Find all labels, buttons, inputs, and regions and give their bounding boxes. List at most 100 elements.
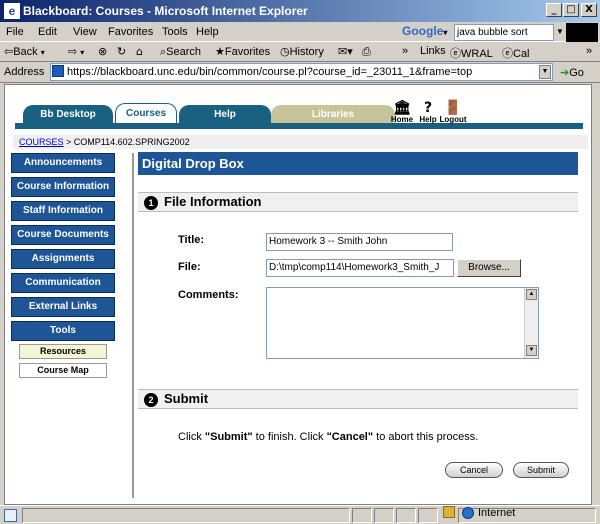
instructions-text: to finish. Click bbox=[252, 431, 327, 443]
history-label: History bbox=[289, 46, 324, 58]
menu-edit[interactable]: Edit bbox=[38, 26, 57, 38]
search-label: Search bbox=[166, 46, 202, 58]
cancel-button[interactable]: Cancel bbox=[445, 462, 503, 478]
go-button[interactable]: ➔Go bbox=[560, 66, 584, 79]
menu-help[interactable]: Help bbox=[196, 26, 219, 38]
submit-button[interactable]: Submit bbox=[513, 462, 569, 478]
scroll-down-icon[interactable]: ▼ bbox=[526, 345, 537, 356]
tab-courses[interactable]: Courses bbox=[115, 103, 177, 125]
section-file-information: 1 File Information bbox=[138, 192, 578, 212]
blackboard-tab-bar: Bb Desktop Courses Help Libraries 🏛 Home… bbox=[5, 93, 591, 129]
status-cell bbox=[352, 508, 372, 523]
forward-arrow-icon: ⇨ bbox=[68, 45, 78, 58]
nav-assignments[interactable]: Assignments bbox=[11, 249, 115, 269]
windows-logo bbox=[566, 23, 598, 42]
menu-favorites[interactable]: Favorites bbox=[108, 26, 153, 38]
address-input[interactable]: https://blackboard.unc.edu/bin/common/co… bbox=[50, 63, 553, 81]
favorites-button[interactable]: ★Favorites bbox=[215, 45, 270, 58]
nav-communication[interactable]: Communication bbox=[11, 273, 115, 293]
address-label: Address bbox=[4, 66, 45, 78]
page-title: Digital Drop Box bbox=[138, 152, 578, 175]
security-zone-label: Internet bbox=[478, 507, 516, 519]
refresh-icon[interactable]: ↻ bbox=[117, 45, 126, 58]
cal-label: Cal bbox=[513, 48, 530, 60]
links-label: Links bbox=[420, 45, 446, 57]
address-bar: Address https://blackboard.unc.edu/bin/c… bbox=[0, 62, 600, 83]
links-chevron-icon[interactable]: » bbox=[586, 45, 592, 57]
forward-button[interactable]: ⇨ ▾ bbox=[68, 45, 84, 58]
internet-globe-icon bbox=[462, 507, 474, 519]
instructions-submit-word: "Submit" bbox=[204, 431, 253, 443]
section-title: File Information bbox=[164, 194, 262, 209]
comments-textarea[interactable]: ▲ ▼ bbox=[266, 287, 539, 359]
history-button[interactable]: ◷History bbox=[280, 45, 324, 58]
google-logo-text: Google bbox=[402, 24, 444, 38]
tab-bb-desktop[interactable]: Bb Desktop bbox=[23, 105, 113, 125]
status-cell bbox=[418, 508, 438, 523]
nav-course-information[interactable]: Course Information bbox=[11, 177, 115, 197]
back-dropdown-icon: ▾ bbox=[40, 48, 45, 57]
stop-icon[interactable]: ⊗ bbox=[98, 45, 107, 58]
subnav-course-map[interactable]: Course Map bbox=[19, 363, 107, 378]
google-search-input[interactable]: java bubble sort bbox=[454, 24, 554, 41]
ie-page-icon: ⓔ bbox=[450, 47, 461, 60]
file-path-input[interactable]: D:\tmp\comp114\Homework3_Smith_J bbox=[266, 259, 454, 277]
print-icon[interactable]: ⎙ bbox=[362, 45, 371, 59]
search-button[interactable]: ⌕Search bbox=[160, 45, 201, 59]
link-cal[interactable]: ⓔCal bbox=[502, 45, 530, 61]
title-input[interactable]: Homework 3 -- Smith John bbox=[266, 233, 453, 251]
logout-link-label: Logout bbox=[439, 115, 467, 124]
home-icon[interactable]: ⌂ bbox=[136, 45, 143, 58]
breadcrumb-courses-link[interactable]: COURSES bbox=[19, 137, 64, 147]
ie-page-icon: ⓔ bbox=[502, 47, 513, 60]
google-toolbar-brand[interactable]: Google▾ bbox=[402, 24, 452, 40]
scroll-up-icon[interactable]: ▲ bbox=[526, 289, 537, 300]
window-title: Blackboard: Courses - Microsoft Internet… bbox=[23, 4, 308, 18]
submit-instructions: Click "Submit" to finish. Click "Cancel"… bbox=[178, 431, 478, 443]
status-cell bbox=[396, 508, 416, 523]
back-arrow-icon: ⇦ bbox=[4, 45, 14, 58]
menu-view[interactable]: View bbox=[73, 26, 97, 38]
favorites-icon: ★ bbox=[215, 45, 225, 58]
ssl-lock-icon bbox=[443, 506, 455, 518]
nav-course-documents[interactable]: Course Documents bbox=[11, 225, 115, 245]
nav-tools[interactable]: Tools bbox=[11, 321, 115, 341]
maximize-button[interactable]: □ bbox=[563, 3, 579, 17]
back-label: Back bbox=[13, 46, 38, 58]
subnav-resources[interactable]: Resources bbox=[19, 344, 107, 359]
comments-field-label: Comments: bbox=[178, 289, 239, 301]
nav-announcements[interactable]: Announcements bbox=[11, 153, 115, 173]
browse-button[interactable]: Browse... bbox=[457, 259, 521, 277]
instructions-text: Click bbox=[178, 431, 205, 443]
menu-file[interactable]: File bbox=[6, 26, 24, 38]
logout-door-icon: 🚪 bbox=[444, 100, 462, 116]
tab-libraries[interactable]: Libraries bbox=[271, 105, 395, 125]
nav-staff-information[interactable]: Staff Information bbox=[11, 201, 115, 221]
close-button[interactable]: X bbox=[581, 3, 597, 17]
google-search-dropdown-icon[interactable]: ▼ bbox=[556, 27, 564, 36]
comments-scrollbar[interactable]: ▲ ▼ bbox=[524, 288, 538, 358]
wral-label: WRAL bbox=[461, 48, 493, 60]
tab-help[interactable]: Help bbox=[179, 105, 271, 125]
instructions-text: to abort this process. bbox=[373, 431, 479, 443]
back-button[interactable]: ⇦Back ▾ bbox=[4, 45, 45, 58]
mail-icon[interactable]: ✉▾ bbox=[338, 45, 353, 58]
step-number-badge: 2 bbox=[144, 393, 158, 407]
main-panel-divider bbox=[132, 153, 134, 498]
address-dropdown-icon[interactable]: ▼ bbox=[539, 65, 551, 79]
menu-tools[interactable]: Tools bbox=[162, 26, 188, 38]
link-wral[interactable]: ⓔWRAL bbox=[450, 45, 493, 61]
step-number-badge: 1 bbox=[144, 196, 158, 210]
window-title-bar[interactable]: e Blackboard: Courses - Microsoft Intern… bbox=[0, 0, 600, 22]
favorites-label: Favorites bbox=[224, 46, 271, 58]
section-title: Submit bbox=[164, 391, 209, 406]
help-link-label: Help bbox=[419, 115, 437, 124]
page-done-icon bbox=[4, 509, 17, 522]
minimize-button[interactable]: _ bbox=[546, 3, 562, 17]
forward-dropdown-icon: ▾ bbox=[80, 48, 85, 57]
ie-app-icon: e bbox=[4, 3, 20, 19]
nav-external-links[interactable]: External Links bbox=[11, 297, 115, 317]
title-field-label: Title: bbox=[178, 234, 205, 246]
logout-link[interactable]: 🚪 Logout bbox=[437, 101, 469, 124]
toolbar-chevron-icon[interactable]: » bbox=[402, 45, 408, 57]
